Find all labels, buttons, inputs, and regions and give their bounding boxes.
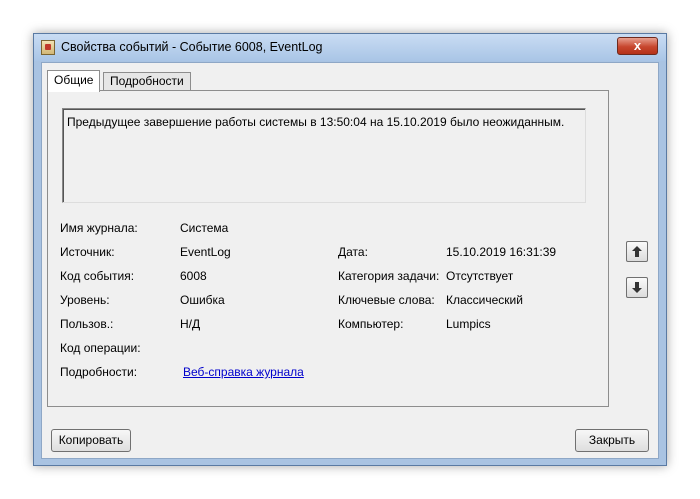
next-event-button[interactable] (626, 277, 648, 298)
event-viewer-icon (41, 40, 55, 55)
source-label: Источник: (60, 245, 115, 259)
tab-details[interactable]: Подробности (103, 72, 191, 90)
date-value[interactable]: 15.10.2019 16:31:39 (446, 245, 556, 259)
more-info-label: Подробности: (60, 365, 138, 379)
opcode-label: Код операции: (60, 341, 141, 355)
event-id-value[interactable]: 6008 (180, 269, 207, 283)
window-title: Свойства событий - Событие 6008, EventLo… (61, 40, 323, 54)
title-bar[interactable]: Свойства событий - Событие 6008, EventLo… (34, 34, 666, 61)
tab-general[interactable]: Общие (47, 70, 101, 92)
event-log-online-help-link[interactable]: Веб-справка журнала (183, 365, 304, 379)
general-tab-panel: Предыдущее завершение работы системы в 1… (47, 90, 609, 407)
keywords-label: Ключевые слова: (338, 293, 435, 307)
previous-event-button[interactable] (626, 241, 648, 262)
event-description-box[interactable]: Предыдущее завершение работы системы в 1… (62, 108, 586, 203)
event-properties-window: Свойства событий - Событие 6008, EventLo… (33, 33, 667, 466)
user-label: Пользов.: (60, 317, 114, 331)
task-category-value[interactable]: Отсутствует (446, 269, 513, 283)
close-button[interactable]: Закрыть (575, 429, 649, 452)
source-value[interactable]: EventLog (180, 245, 231, 259)
level-value[interactable]: Ошибка (180, 293, 225, 307)
window-close-button[interactable]: x (617, 37, 658, 55)
arrow-down-icon (632, 282, 642, 293)
keywords-value[interactable]: Классический (446, 293, 523, 307)
date-label: Дата: (338, 245, 368, 259)
task-category-label: Категория задачи: (338, 269, 440, 283)
log-name-value[interactable]: Система (180, 221, 228, 235)
user-value[interactable]: Н/Д (180, 317, 200, 331)
level-label: Уровень: (60, 293, 110, 307)
computer-label: Компьютер: (338, 317, 404, 331)
computer-value[interactable]: Lumpics (446, 317, 491, 331)
event-id-label: Код события: (60, 269, 135, 283)
dialog-client-area: Общие Подробности Предыдущее завершение … (41, 62, 659, 459)
event-description-text: Предыдущее завершение работы системы в 1… (67, 115, 565, 129)
copy-button[interactable]: Копировать (51, 429, 131, 452)
arrow-up-icon (632, 246, 642, 257)
log-name-label: Имя журнала: (60, 221, 138, 235)
